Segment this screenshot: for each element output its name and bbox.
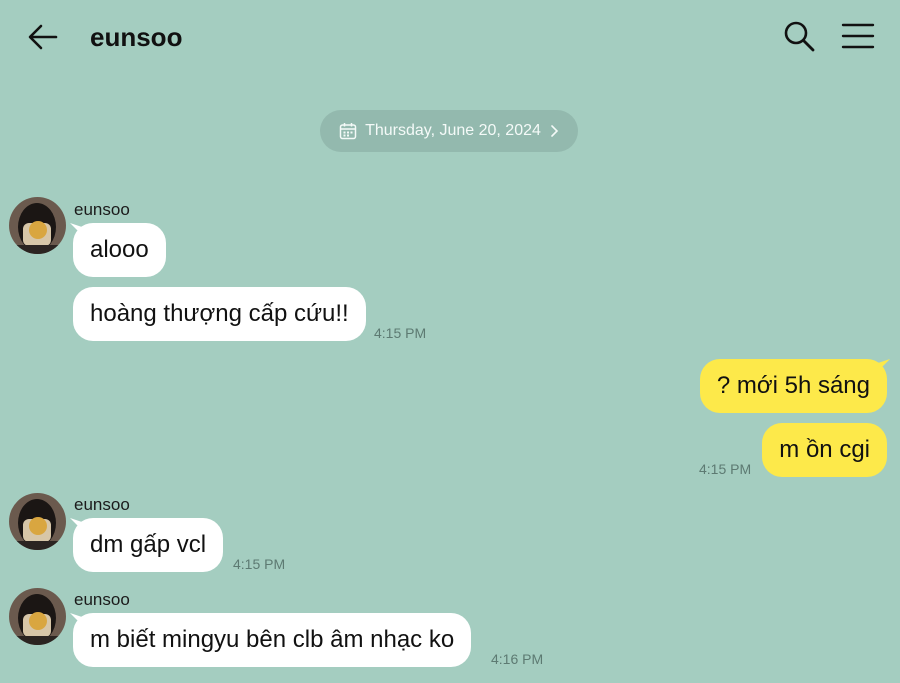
message-bubble-incoming[interactable]: alooo xyxy=(73,223,166,277)
avatar[interactable] xyxy=(9,588,66,645)
sender-name: eunsoo xyxy=(74,200,130,219)
message-time: 4:16 PM xyxy=(491,651,544,667)
message-bubble-incoming[interactable]: dm gấp vcl xyxy=(73,518,224,572)
menu-icon[interactable] xyxy=(840,19,876,53)
message-time: 4:15 PM xyxy=(374,325,427,341)
avatar[interactable] xyxy=(9,197,66,254)
message-bubble-outgoing[interactable]: m ồn cgi xyxy=(762,423,887,477)
message-time: 4:15 PM xyxy=(233,556,286,572)
chat-title: eunsoo xyxy=(90,22,183,52)
calendar-icon xyxy=(339,123,357,140)
sender-name: eunsoo xyxy=(74,590,130,609)
date-label: Thursday, June 20, 2024 xyxy=(365,122,541,139)
back-arrow-icon[interactable] xyxy=(26,20,60,54)
message-bubble-incoming[interactable]: m biết mingyu bên clb âm nhạc ko xyxy=(73,613,472,667)
message-bubble-incoming[interactable]: hoàng thượng cấp cứu!! xyxy=(73,287,366,341)
message-time: 4:15 PM xyxy=(699,461,752,477)
chevron-right-icon xyxy=(551,125,559,137)
avatar[interactable] xyxy=(9,493,66,550)
chat-header: eunsoo xyxy=(0,0,900,75)
message-bubble-outgoing[interactable]: ? mới 5h sáng xyxy=(699,359,887,413)
search-icon[interactable] xyxy=(782,19,816,53)
date-pill[interactable]: Thursday, June 20, 2024 xyxy=(320,110,578,152)
sender-name: eunsoo xyxy=(74,495,130,514)
